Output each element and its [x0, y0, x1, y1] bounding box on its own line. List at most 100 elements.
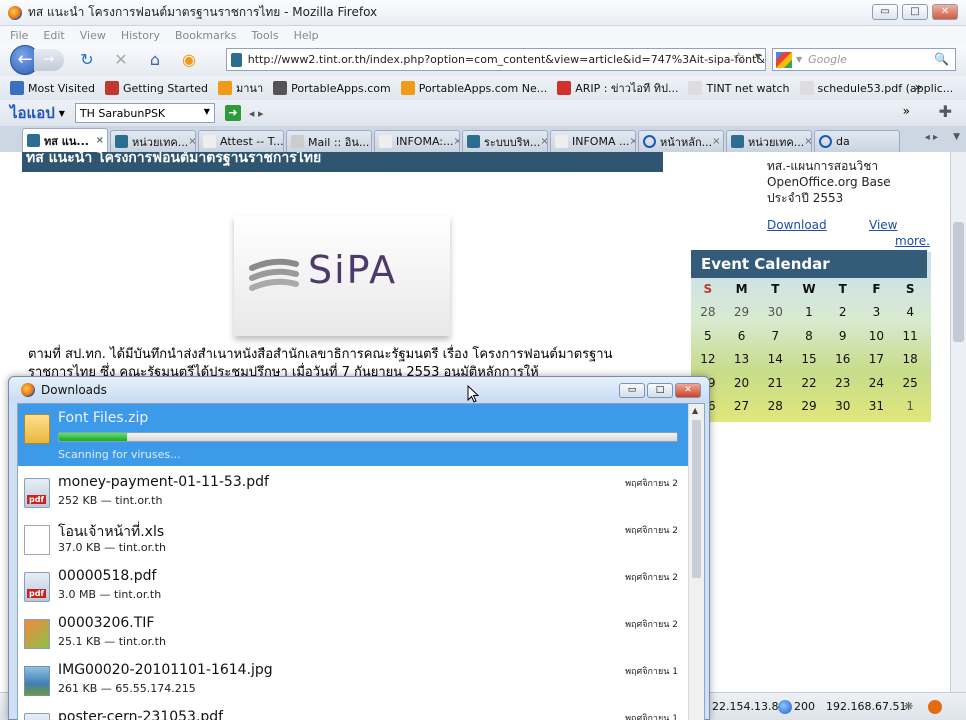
calendar-day[interactable]: 21 — [758, 372, 792, 395]
view-link[interactable]: View — [869, 218, 897, 232]
menu-edit[interactable]: Edit — [43, 29, 64, 42]
calendar-day[interactable]: 25 — [893, 372, 927, 395]
tab[interactable]: หน่วยเทค... × — [726, 130, 812, 152]
tab[interactable]: INFOMA ...× — [550, 130, 636, 152]
more-link[interactable]: more. — [895, 234, 930, 248]
tab-close-icon[interactable]: × — [188, 136, 195, 147]
menu-help[interactable]: Help — [294, 29, 319, 42]
toolbar-arrows-icon[interactable]: ◂ ▸ — [249, 107, 264, 120]
search-icon[interactable]: 🔍 — [934, 52, 949, 66]
calendar-day[interactable]: 30 — [826, 395, 860, 418]
downloads-maximize-button[interactable]: □ — [647, 383, 673, 398]
addon-icon[interactable]: ❋ — [904, 700, 913, 713]
calendar-day[interactable]: 24 — [860, 372, 894, 395]
downloads-scrollbar-thumb[interactable] — [692, 420, 701, 578]
download-link[interactable]: Download — [767, 218, 827, 232]
url-bar[interactable]: http://www2.tint.or.th/index.php?option=… — [226, 48, 766, 71]
tab-close-icon[interactable]: × — [804, 136, 811, 147]
downloads-title-bar[interactable]: Downloads ▭ □ ✕ — [9, 377, 709, 403]
stop-icon[interactable]: ✕ — [110, 49, 132, 71]
menu-view[interactable]: View — [80, 29, 106, 42]
menu-file[interactable]: File — [10, 29, 28, 42]
reload-icon[interactable]: ↻ — [76, 49, 98, 71]
tab[interactable]: da — [814, 130, 900, 152]
tab[interactable]: INFOMA:...× — [374, 130, 460, 152]
download-item[interactable]: 00003206.TIF 25.1 KB — tint.or.th พฤศจิกาย… — [18, 609, 688, 656]
tab-active[interactable]: ทส แน... × — [22, 128, 108, 152]
calendar-day[interactable]: 14 — [758, 348, 792, 371]
calendar-day[interactable]: 30 — [758, 301, 792, 324]
menu-tools[interactable]: Tools — [251, 29, 278, 42]
calendar-day[interactable]: 15 — [792, 348, 826, 371]
calendar-day[interactable]: 4 — [893, 301, 927, 324]
menu-bookmarks[interactable]: Bookmarks — [175, 29, 236, 42]
tab[interactable]: Mail :: อิน...× — [286, 130, 372, 152]
scroll-up-icon[interactable]: ▲ — [692, 406, 698, 415]
calendar-day[interactable]: 11 — [893, 325, 927, 348]
calendar-day[interactable]: 28 — [691, 301, 725, 324]
calendar-day[interactable]: 1 — [893, 395, 927, 418]
download-item-active[interactable]: Font Files.zip Scanning for viruses... — [18, 404, 688, 466]
calendar-day[interactable]: 8 — [792, 325, 826, 348]
download-item[interactable]: IMG00020-20101101-1614.jpg 261 KB — 65.55… — [18, 656, 688, 703]
tab[interactable]: หน่วยเทค... × — [110, 130, 196, 152]
bookmark-item[interactable]: มานา — [218, 79, 263, 97]
bookmark-item[interactable]: Getting Started — [104, 81, 208, 95]
bookmark-item[interactable]: ARIP : ข่าวไอที ทิป... — [557, 79, 678, 97]
calendar-day[interactable]: 7 — [758, 325, 792, 348]
more-bookmarks-icon[interactable]: » — [915, 80, 922, 94]
calendar-day[interactable]: 17 — [860, 348, 894, 371]
calendar-day[interactable]: 10 — [860, 325, 894, 348]
bookmark-item[interactable]: schedule53.pdf (applic... — [799, 81, 953, 95]
tab-list-icon[interactable]: ▼ — [953, 132, 960, 142]
tab-close-icon[interactable]: × — [453, 136, 459, 147]
calendar-day[interactable]: 12 — [691, 348, 725, 371]
bookmark-item[interactable]: PortableApps.com — [273, 81, 391, 95]
tab[interactable]: หน้าหลัก... × — [638, 130, 724, 152]
download-item[interactable]: 00000518.pdf 3.0 MB — tint.or.th พฤศจิกายน… — [18, 562, 688, 609]
download-item[interactable]: money-payment-01-11-53.pdf 252 KB — tint.… — [18, 468, 688, 515]
go-arrow-icon[interactable]: ➜ — [224, 105, 241, 121]
calendar-day[interactable]: 23 — [826, 372, 860, 395]
font-select[interactable]: TH SarabunPSK ▼ — [74, 103, 215, 123]
search-bar[interactable]: ▼ Google 🔍 — [772, 48, 956, 71]
calendar-day[interactable]: 29 — [792, 395, 826, 418]
tab-close-icon[interactable]: × — [712, 136, 720, 147]
tab-close-icon[interactable]: × — [629, 136, 635, 147]
home-icon[interactable]: ⌂ — [144, 49, 166, 71]
tab-close-icon[interactable]: × — [96, 135, 104, 146]
tab-close-icon[interactable]: × — [369, 136, 371, 147]
bookmark-item[interactable]: PortableApps.com Ne... — [400, 81, 547, 95]
maximize-button[interactable]: □ — [902, 4, 928, 20]
calendar-day[interactable]: 2 — [826, 301, 860, 324]
calendar-day[interactable]: 28 — [758, 395, 792, 418]
calendar-day[interactable]: 3 — [860, 301, 894, 324]
download-item[interactable]: poster-cern-231053.pdf พฤศจิกายน 1 — [18, 703, 688, 720]
rss-feed-icon[interactable]: ◉ — [178, 49, 200, 71]
calendar-day[interactable]: 6 — [725, 325, 759, 348]
bookmark-item[interactable]: TINT net watch — [688, 81, 790, 95]
calendar-day[interactable]: 1 — [792, 301, 826, 324]
minimize-button[interactable]: ▭ — [872, 4, 898, 20]
menu-history[interactable]: History — [121, 29, 160, 42]
tab[interactable]: Attest -- T...× — [198, 130, 284, 152]
page-scrollbar-thumb[interactable] — [953, 222, 964, 342]
calendar-day[interactable]: 9 — [826, 325, 860, 348]
calendar-day[interactable]: 27 — [725, 395, 759, 418]
tab-scroll-arrows-icon[interactable]: ◂ ▸ — [925, 132, 938, 143]
close-button[interactable]: ✕ — [932, 4, 958, 20]
calendar-day[interactable]: 31 — [860, 395, 894, 418]
bookmark-item[interactable]: Most Visited — [10, 81, 95, 95]
calendar-day[interactable]: 20 — [725, 372, 759, 395]
calendar-day[interactable]: 22 — [792, 372, 826, 395]
calendar-day[interactable]: 29 — [725, 301, 759, 324]
calendar-day[interactable]: 13 — [725, 348, 759, 371]
page-scrollbar[interactable] — [950, 152, 966, 692]
bookmark-star-icon[interactable]: ☆ — [732, 50, 745, 66]
calendar-day[interactable]: 16 — [826, 348, 860, 371]
url-text[interactable]: http://www2.tint.or.th/index.php?option=… — [248, 53, 765, 66]
google-icon[interactable] — [776, 51, 792, 68]
downloads-minimize-button[interactable]: ▭ — [619, 383, 645, 398]
download-item[interactable]: โอนเจ้าหน้าที่.xls 37.0 KB — tint.or.th พฤ… — [18, 515, 688, 562]
firefox-status-icon[interactable] — [928, 700, 942, 714]
